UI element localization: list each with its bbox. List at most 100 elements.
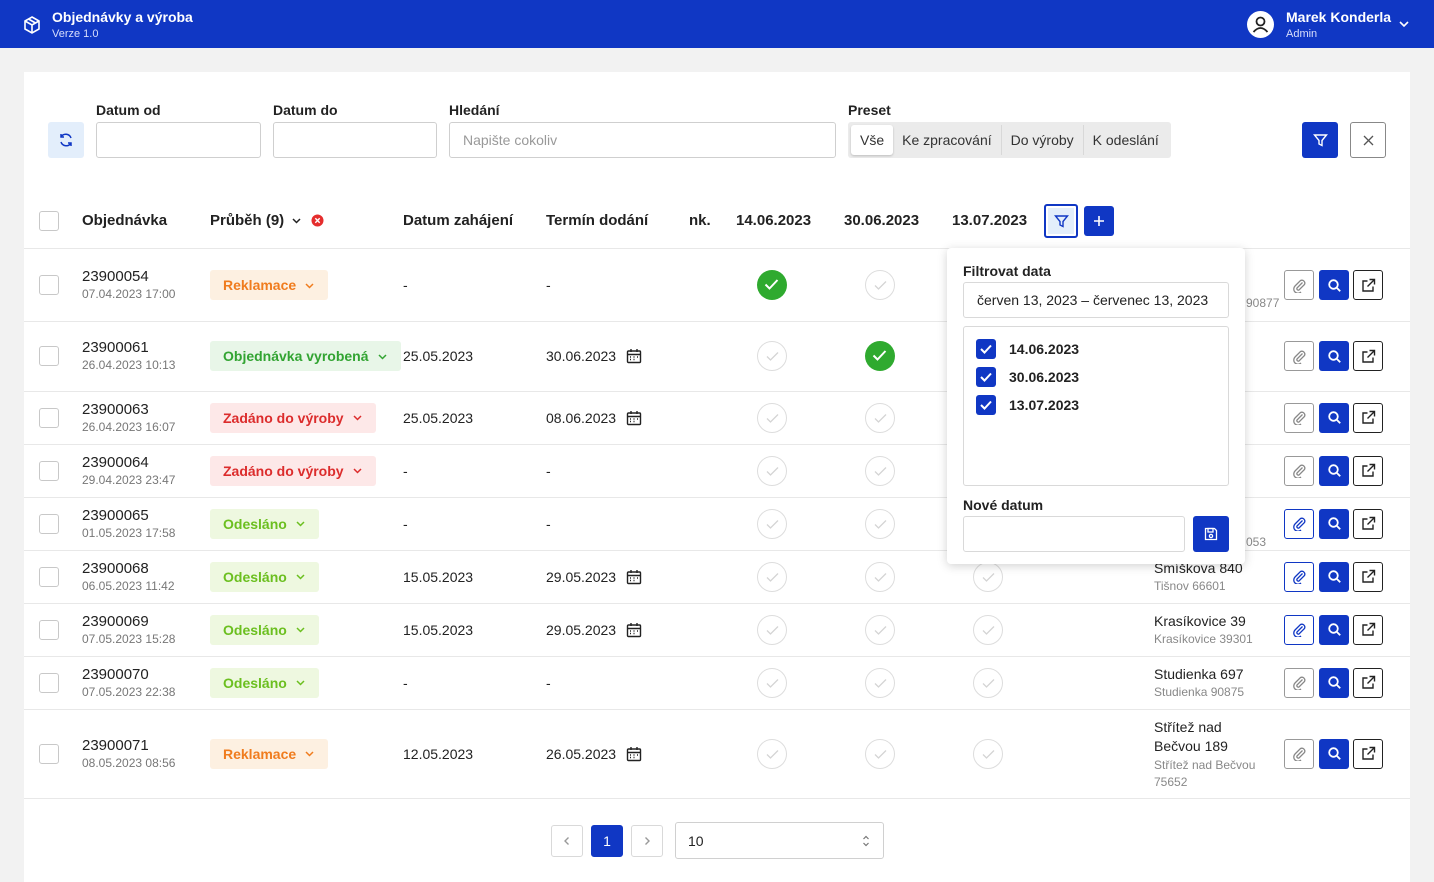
date-check-empty[interactable] bbox=[973, 561, 1003, 592]
open-external-button[interactable] bbox=[1353, 614, 1383, 645]
attachment-button[interactable] bbox=[1284, 738, 1314, 769]
date-check-empty[interactable] bbox=[973, 738, 1003, 769]
date-check-empty[interactable] bbox=[865, 508, 895, 539]
order-number[interactable]: 23900064 bbox=[82, 454, 149, 471]
row-checkbox[interactable] bbox=[39, 513, 59, 534]
date-check-empty[interactable] bbox=[865, 561, 895, 592]
header-progress[interactable]: Průběh (9) bbox=[210, 212, 284, 229]
order-number[interactable]: 23900063 bbox=[82, 401, 149, 418]
status-dropdown[interactable]: Odesláno bbox=[210, 614, 319, 645]
status-dropdown[interactable]: Odesláno bbox=[210, 508, 319, 539]
date-check-empty[interactable] bbox=[757, 667, 787, 698]
attachment-button[interactable] bbox=[1284, 561, 1314, 592]
attachment-button[interactable] bbox=[1284, 455, 1314, 486]
detail-button[interactable] bbox=[1319, 270, 1349, 300]
date-check-empty[interactable] bbox=[865, 667, 895, 698]
row-checkbox[interactable] bbox=[39, 460, 59, 481]
open-external-button[interactable] bbox=[1353, 341, 1383, 371]
preset-all[interactable]: Vše bbox=[851, 125, 894, 155]
date-filter-button[interactable] bbox=[1044, 204, 1078, 238]
date-check-done[interactable] bbox=[757, 270, 787, 300]
date-check-empty[interactable] bbox=[757, 402, 787, 433]
detail-button[interactable] bbox=[1319, 455, 1349, 486]
attachment-button[interactable] bbox=[1284, 341, 1314, 371]
date-checkbox-3[interactable] bbox=[976, 395, 996, 415]
order-number[interactable]: 23900069 bbox=[82, 613, 149, 630]
open-external-button[interactable] bbox=[1353, 738, 1383, 769]
date-check-empty[interactable] bbox=[865, 738, 895, 769]
add-date-column-button[interactable] bbox=[1084, 206, 1114, 236]
date-checkbox-2[interactable] bbox=[976, 367, 996, 387]
next-page-button[interactable] bbox=[631, 825, 663, 857]
header-start-date[interactable]: Datum zahájení bbox=[403, 212, 513, 229]
per-page-select[interactable]: 10 bbox=[675, 822, 884, 859]
row-checkbox[interactable] bbox=[39, 743, 59, 764]
date-check-empty[interactable] bbox=[973, 667, 1003, 698]
order-number[interactable]: 23900065 bbox=[82, 507, 149, 524]
attachment-button[interactable] bbox=[1284, 667, 1314, 698]
new-date-input[interactable] bbox=[963, 516, 1185, 552]
clear-filter-button[interactable] bbox=[1350, 122, 1386, 158]
attachment-button[interactable] bbox=[1284, 614, 1314, 645]
status-dropdown[interactable]: Odesláno bbox=[210, 561, 319, 592]
detail-button[interactable] bbox=[1319, 341, 1349, 371]
date-check-empty[interactable] bbox=[757, 455, 787, 486]
prev-page-button[interactable] bbox=[551, 825, 583, 857]
date-check-empty[interactable] bbox=[865, 614, 895, 645]
detail-button[interactable] bbox=[1319, 738, 1349, 769]
save-date-button[interactable] bbox=[1193, 516, 1229, 552]
preset-to-ship[interactable]: K odeslání bbox=[1084, 125, 1168, 155]
date-check-done[interactable] bbox=[865, 341, 895, 371]
header-order[interactable]: Objednávka bbox=[82, 212, 167, 229]
date-from-input[interactable] bbox=[96, 122, 261, 158]
date-check-empty[interactable] bbox=[973, 614, 1003, 645]
detail-button[interactable] bbox=[1319, 508, 1349, 539]
status-dropdown[interactable]: Reklamace bbox=[210, 738, 329, 769]
clear-progress-icon[interactable] bbox=[311, 214, 324, 227]
row-checkbox[interactable] bbox=[39, 407, 59, 428]
open-external-button[interactable] bbox=[1353, 667, 1383, 698]
row-checkbox[interactable] bbox=[39, 566, 59, 587]
date-option-2[interactable]: 30.06.2023 bbox=[1009, 369, 1079, 385]
order-number[interactable]: 23900070 bbox=[82, 666, 149, 683]
row-checkbox[interactable] bbox=[39, 275, 59, 295]
page-1-button[interactable]: 1 bbox=[591, 825, 623, 857]
header-due-date[interactable]: Termín dodání bbox=[546, 212, 648, 229]
date-check-empty[interactable] bbox=[757, 614, 787, 645]
status-dropdown[interactable]: Odesláno bbox=[210, 667, 319, 698]
detail-button[interactable] bbox=[1319, 561, 1349, 592]
order-number[interactable]: 23900071 bbox=[82, 737, 149, 754]
order-number[interactable]: 23900054 bbox=[82, 268, 149, 285]
refresh-button[interactable] bbox=[48, 122, 84, 158]
date-check-empty[interactable] bbox=[757, 341, 787, 371]
avatar[interactable] bbox=[1247, 11, 1274, 38]
date-checkbox-1[interactable] bbox=[976, 339, 996, 359]
calendar-button[interactable] bbox=[626, 410, 642, 426]
row-checkbox[interactable] bbox=[39, 672, 59, 693]
date-range-input[interactable]: červen 13, 2023 – červenec 13, 2023 bbox=[963, 282, 1229, 318]
date-check-empty[interactable] bbox=[865, 455, 895, 486]
chevron-down-icon[interactable] bbox=[1397, 17, 1411, 31]
status-dropdown[interactable]: Zadáno do výroby bbox=[210, 402, 376, 433]
date-check-empty[interactable] bbox=[757, 738, 787, 769]
attachment-button[interactable] bbox=[1284, 270, 1314, 300]
order-number[interactable]: 23900061 bbox=[82, 339, 149, 356]
apply-filter-button[interactable] bbox=[1302, 122, 1338, 158]
attachment-button[interactable] bbox=[1284, 508, 1314, 539]
row-checkbox[interactable] bbox=[39, 619, 59, 640]
open-external-button[interactable] bbox=[1353, 561, 1383, 592]
date-option-3[interactable]: 13.07.2023 bbox=[1009, 397, 1079, 413]
user-name[interactable]: Marek Konderla bbox=[1286, 9, 1391, 25]
open-external-button[interactable] bbox=[1353, 270, 1383, 300]
date-check-empty[interactable] bbox=[757, 508, 787, 539]
detail-button[interactable] bbox=[1319, 402, 1349, 433]
row-checkbox[interactable] bbox=[39, 346, 59, 366]
date-option-1[interactable]: 14.06.2023 bbox=[1009, 341, 1079, 357]
select-all-checkbox[interactable] bbox=[39, 211, 59, 231]
date-to-input[interactable] bbox=[273, 122, 437, 158]
status-dropdown[interactable]: Objednávka vyrobená bbox=[210, 341, 401, 371]
open-external-button[interactable] bbox=[1353, 402, 1383, 433]
calendar-button[interactable] bbox=[626, 622, 642, 638]
order-number[interactable]: 23900068 bbox=[82, 560, 149, 577]
status-dropdown[interactable]: Reklamace bbox=[210, 270, 329, 300]
